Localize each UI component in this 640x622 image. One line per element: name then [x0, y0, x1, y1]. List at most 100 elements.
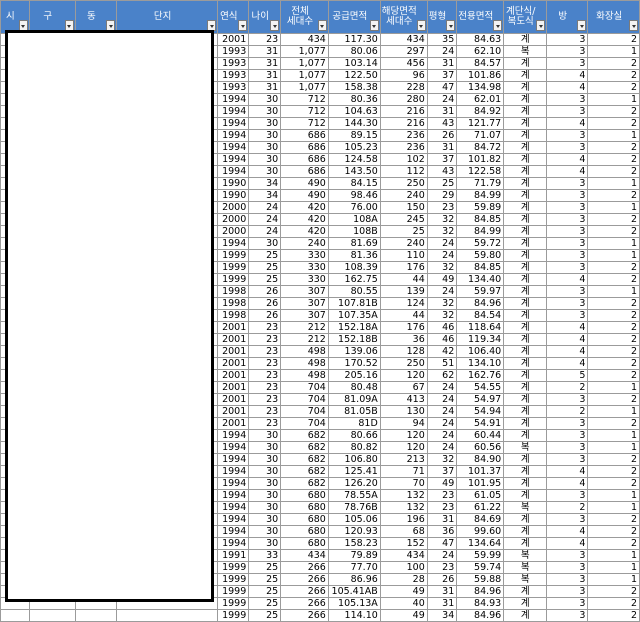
table-cell[interactable]: 1990 [217, 177, 250, 190]
table-cell[interactable]: 250 [379, 177, 428, 190]
table-cell[interactable]: 47 [426, 537, 458, 550]
table-cell[interactable]: 2 [587, 117, 640, 130]
table-cell[interactable]: 680 [280, 525, 329, 538]
table-cell[interactable]: 계 [503, 93, 548, 106]
table-cell[interactable]: 36 [379, 333, 428, 346]
column-header[interactable]: 구 [28, 0, 76, 34]
table-cell[interactable]: 84.57 [456, 57, 505, 70]
table-cell[interactable]: 25 [248, 609, 282, 622]
table-cell[interactable]: 71.79 [456, 177, 505, 190]
table-cell[interactable]: 59.72 [456, 237, 505, 250]
table-cell[interactable]: 24 [426, 429, 458, 442]
table-cell[interactable]: 30 [248, 513, 282, 526]
table-cell[interactable]: 1994 [217, 141, 250, 154]
table-cell[interactable]: 24 [248, 201, 282, 214]
table-cell[interactable]: 46 [426, 333, 458, 346]
table-cell[interactable]: 2 [587, 309, 640, 322]
table-cell[interactable]: 144.30 [327, 117, 381, 130]
table-cell[interactable]: 계 [503, 345, 548, 358]
table-cell[interactable]: 계 [503, 129, 548, 142]
table-cell[interactable]: 51 [426, 357, 458, 370]
table-cell[interactable]: 240 [280, 237, 329, 250]
table-cell[interactable]: 30 [248, 465, 282, 478]
table-cell[interactable]: 1 [587, 561, 640, 574]
table-cell[interactable]: 216 [379, 105, 428, 118]
column-header[interactable]: 전체 세대수 [280, 0, 329, 34]
table-cell[interactable]: 2001 [217, 333, 250, 346]
table-cell[interactable]: 4 [546, 81, 589, 94]
table-cell[interactable]: 120 [379, 429, 428, 442]
table-cell[interactable]: 25 [248, 573, 282, 586]
table-cell[interactable]: 1,077 [280, 45, 329, 58]
column-header[interactable]: 전용면적 [456, 0, 505, 34]
table-cell[interactable]: 2 [587, 273, 640, 286]
table-cell[interactable]: 81.69 [327, 237, 381, 250]
column-header[interactable]: 연식 [217, 0, 250, 34]
table-cell[interactable]: 1999 [217, 561, 250, 574]
table-cell[interactable]: 60.56 [456, 441, 505, 454]
table-cell[interactable]: 34 [248, 177, 282, 190]
table-cell[interactable]: 100 [379, 561, 428, 574]
table-cell[interactable]: 120.93 [327, 525, 381, 538]
table-cell[interactable]: 2 [587, 513, 640, 526]
table-cell[interactable]: 102 [379, 153, 428, 166]
table-cell[interactable]: 62.01 [456, 93, 505, 106]
table-cell[interactable]: 5 [546, 369, 589, 382]
table-cell[interactable]: 118.64 [456, 321, 505, 334]
table-cell[interactable]: 3 [546, 585, 589, 598]
table-cell[interactable]: 99.60 [456, 525, 505, 538]
table-cell[interactable]: 3 [546, 297, 589, 310]
table-cell[interactable]: 복 [503, 441, 548, 454]
table-cell[interactable]: 계 [503, 297, 548, 310]
table-cell[interactable]: 23 [248, 345, 282, 358]
table-cell[interactable]: 125.41 [327, 465, 381, 478]
table-cell[interactable]: 계 [503, 285, 548, 298]
table-cell[interactable]: 59.99 [456, 549, 505, 562]
table-cell[interactable]: 23 [248, 405, 282, 418]
table-cell[interactable]: 297 [379, 45, 428, 58]
table-cell[interactable]: 3 [546, 441, 589, 454]
table-cell[interactable]: 682 [280, 441, 329, 454]
table-cell[interactable]: 1993 [217, 57, 250, 70]
table-cell[interactable]: 498 [280, 357, 329, 370]
table-cell[interactable]: 30 [248, 153, 282, 166]
table-cell[interactable]: 24 [426, 405, 458, 418]
table-cell[interactable]: 23 [248, 369, 282, 382]
table-cell[interactable]: 26 [248, 297, 282, 310]
table-cell[interactable] [115, 609, 219, 622]
table-cell[interactable]: 1998 [217, 297, 250, 310]
table-cell[interactable]: 3 [546, 429, 589, 442]
table-cell[interactable]: 1 [587, 249, 640, 262]
table-cell[interactable]: 158.23 [327, 537, 381, 550]
table-cell[interactable]: 62 [426, 369, 458, 382]
table-cell[interactable]: 84.72 [456, 141, 505, 154]
table-cell[interactable]: 24 [426, 381, 458, 394]
table-cell[interactable]: 413 [379, 393, 428, 406]
table-cell[interactable]: 계 [503, 597, 548, 610]
table-cell[interactable]: 266 [280, 585, 329, 598]
table-cell[interactable]: 228 [379, 81, 428, 94]
table-cell[interactable]: 176 [379, 261, 428, 274]
table-cell[interactable]: 117.30 [327, 33, 381, 46]
table-cell[interactable]: 계 [503, 141, 548, 154]
table-cell[interactable]: 2 [587, 165, 640, 178]
table-cell[interactable]: 4 [546, 465, 589, 478]
table-cell[interactable]: 3 [546, 237, 589, 250]
column-header[interactable]: 공급면적 [327, 0, 381, 34]
table-cell[interactable]: 계 [503, 477, 548, 490]
table-cell[interactable]: 2 [587, 213, 640, 226]
table-cell[interactable]: 2 [587, 357, 640, 370]
table-cell[interactable]: 158.38 [327, 81, 381, 94]
table-cell[interactable]: 108.39 [327, 261, 381, 274]
table-cell[interactable]: 680 [280, 489, 329, 502]
table-cell[interactable]: 1993 [217, 81, 250, 94]
table-cell[interactable]: 30 [248, 537, 282, 550]
table-cell[interactable]: 682 [280, 453, 329, 466]
table-cell[interactable]: 43 [426, 165, 458, 178]
table-cell[interactable]: 30 [248, 141, 282, 154]
table-cell[interactable]: 계 [503, 393, 548, 406]
table-cell[interactable]: 120 [379, 369, 428, 382]
table-cell[interactable]: 54.91 [456, 417, 505, 430]
table-cell[interactable]: 37 [426, 69, 458, 82]
table-cell[interactable]: 23 [426, 561, 458, 574]
